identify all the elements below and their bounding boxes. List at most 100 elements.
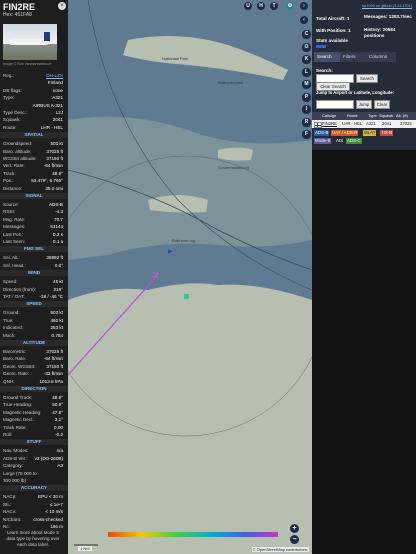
info-row: RSSI: -4.3	[3, 208, 63, 215]
table-row[interactable]: FIN2RE LHR - HEL A321 2041 37025	[312, 120, 416, 128]
map-side-button-l[interactable]: L	[302, 67, 311, 77]
map-side-button-p[interactable]: P	[302, 92, 311, 102]
info-row-value: v2 (DO-260B)	[34, 455, 63, 461]
info-row-label: RSSI:	[3, 209, 15, 215]
aircraft-marker-small[interactable]: ▶	[168, 249, 174, 255]
info-row: Mach: 0.784	[3, 332, 63, 339]
flag-icon	[314, 122, 322, 128]
info-row: Finland	[3, 79, 63, 86]
source-badge-mlat[interactable]: MLAT	[363, 130, 377, 136]
info-row: Ground: 503 kt	[3, 309, 63, 316]
section-header-signal: SIGNAL	[0, 193, 68, 199]
info-row-value: 0.0°	[54, 262, 63, 268]
zoom-in-button[interactable]: +	[290, 524, 299, 533]
tab-columns[interactable]: Columns	[366, 52, 396, 62]
col-squawk[interactable]: Squawk	[379, 112, 393, 120]
map-button-u[interactable]: U	[244, 2, 252, 10]
source-badge-ads-c[interactable]: ADS-C	[346, 138, 362, 144]
info-row-value: 2041	[52, 117, 63, 123]
info-row-label: Messages:	[3, 224, 26, 230]
info-row-value: -4.3	[55, 209, 63, 215]
info-row-value: 48.9°	[52, 170, 63, 176]
aircraft-list-panel: tar1090 on github (3.14.1701) Total Airc…	[312, 0, 416, 554]
col-callsign[interactable]: Callsign	[322, 112, 336, 120]
info-row-value: < 10 m/s	[45, 509, 63, 515]
info-row-value[interactable]: OH-LZS	[46, 72, 63, 79]
source-badge-ads-b[interactable]: ADS-B	[314, 130, 330, 136]
photo-aircraft-body	[9, 39, 49, 45]
version-link[interactable]: tar1090 on github (3.14.1701)	[362, 4, 412, 8]
map-side-button-k[interactable]: K	[302, 55, 311, 64]
tab-filters[interactable]: Filters	[340, 52, 368, 62]
info-row-value: 0.2 s	[53, 231, 63, 237]
info-row-label: Rc:	[3, 524, 10, 529]
info-row-label: Geom. Rate:	[3, 371, 30, 377]
info-row-value: 460 kt	[50, 317, 63, 323]
island-rottumerplaat	[148, 195, 208, 213]
map-side-button-c[interactable]: C	[302, 30, 311, 39]
info-row: Messages: 53144	[3, 223, 63, 230]
info-row-label: True Heading:	[3, 402, 32, 408]
info-row-label: Type Desc.:	[3, 110, 28, 115]
stats-link-bar[interactable]	[316, 45, 326, 48]
tab-search[interactable]: Search	[314, 52, 342, 62]
col-type[interactable]: Type	[368, 112, 377, 120]
info-row: Baro. altitude: 37025 ft	[3, 148, 63, 155]
source-badge-tis-b[interactable]: TIS-B	[380, 130, 394, 136]
map-side-button-m[interactable]: M	[302, 80, 311, 89]
settings-gear-icon[interactable]: ⚙	[286, 2, 294, 10]
info-row: Barometric: 37025 ft	[3, 348, 63, 355]
map-view[interactable]: ✈ ▶ Nationaal Park Schiermonnikoog Rottu…	[68, 0, 312, 554]
info-row-label: Ground:	[3, 310, 20, 316]
map-side-button-f[interactable]: F	[302, 130, 311, 139]
map-side-button-r[interactable]: R	[302, 117, 311, 127]
source-badge-mode-s[interactable]: Mode-S	[314, 138, 332, 144]
island-rottumeroog	[218, 147, 253, 161]
source-badge-ais[interactable]: AIS	[335, 138, 345, 144]
map-side-button-o[interactable]: O	[302, 42, 311, 52]
col-altitude[interactable]: Alt. (ft)	[396, 112, 408, 120]
info-row: Rc: 186 m	[3, 523, 63, 530]
info-row-value: 503 kt	[50, 310, 63, 316]
info-row: QNH: 1013.6 hPa	[3, 378, 63, 385]
aircraft-photo[interactable]	[3, 24, 57, 60]
info-row: Large (75 000 to	[3, 470, 63, 477]
col-route[interactable]: Route	[347, 112, 358, 120]
info-row: Source: ADS-B	[3, 201, 63, 208]
mainland	[68, 283, 312, 554]
close-icon[interactable]: ×	[58, 2, 66, 10]
row-squawk: 2041	[382, 121, 392, 126]
map-side-button-i[interactable]: I	[302, 105, 311, 114]
info-row: Direction (from): 218°	[3, 286, 63, 293]
search-button[interactable]: Search	[356, 74, 378, 83]
jump-button[interactable]: Jump	[356, 100, 372, 109]
info-row: Ground Track: 48.9°	[3, 394, 63, 401]
source-badge-uat-ads-r[interactable]: UAT / ADS-R	[331, 130, 359, 136]
info-row: TAT / OAT: -19 / -46 °C	[3, 293, 63, 300]
info-row-label: Vert. Rate:	[3, 163, 25, 169]
info-row-value: ADS-B	[48, 202, 63, 207]
row-route: LHR - HEL	[342, 121, 363, 126]
map-button-h[interactable]: H	[257, 2, 265, 10]
chevron-left-icon[interactable]: ‹	[300, 16, 308, 24]
search-label: Search:	[316, 68, 333, 73]
info-row-value: -64 ft/min	[43, 356, 63, 362]
info-row-label: Baro. altitude:	[3, 148, 32, 154]
map-button-t[interactable]: T	[270, 2, 278, 10]
jump-input[interactable]	[316, 100, 354, 109]
row-callsign: FIN2RE	[322, 121, 337, 126]
stats-label[interactable]: Stats available	[316, 38, 348, 43]
receiver-marker[interactable]	[184, 294, 189, 299]
chevron-right-icon[interactable]: ›	[300, 2, 308, 10]
info-row-label: Mach:	[3, 332, 16, 338]
info-row-label: QNH:	[3, 378, 15, 384]
info-row: Magnetic Heading: 47.8°	[3, 409, 63, 416]
info-row-value: 53.479°, 6.765°	[31, 178, 63, 184]
selected-callsign: FIN2RE	[3, 2, 36, 12]
info-row: 300 000 lb)	[3, 477, 63, 484]
info-row: Indicated: 253 kt	[3, 324, 63, 331]
zoom-out-button[interactable]: −	[290, 535, 299, 544]
clear-button[interactable]: Clear	[374, 100, 390, 109]
info-row: ADS-B Ver.: v2 (DO-260B)	[3, 455, 63, 462]
info-row: True: 460 kt	[3, 317, 63, 324]
